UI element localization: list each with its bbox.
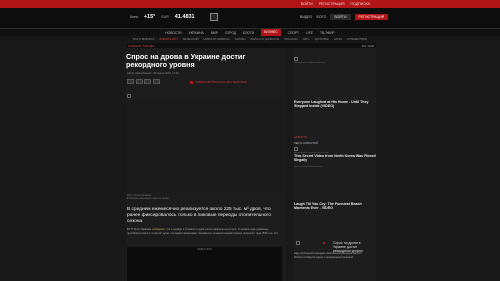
sub-nav: Всё о выборах Выборы 2019 Зеленский Ново… bbox=[0, 36, 500, 42]
sidebar-heading: Новости bbox=[294, 136, 307, 139]
top-link-subscribe[interactable]: Подписка bbox=[351, 2, 370, 6]
body-link[interactable]: сообщили bbox=[152, 228, 165, 231]
article-lead: В среднем ежемесячно реализуется около 2… bbox=[127, 207, 271, 225]
broken-image-icon bbox=[294, 57, 298, 61]
subnav-item[interactable]: Выборы 2019 bbox=[160, 38, 178, 41]
telegram-icon bbox=[190, 81, 193, 84]
video-label: Видео дня bbox=[197, 248, 212, 251]
subscribe-link[interactable]: Подписывайтесь на наш Telegram bbox=[190, 81, 247, 84]
promo-card[interactable]: Sponsored by mysteriousworld.com This Se… bbox=[294, 147, 376, 163]
article-body: В ГП Леса Украины сообщили, что в ноябре… bbox=[127, 228, 282, 235]
subnav-item[interactable]: Наука bbox=[334, 38, 342, 41]
caption-text: В Украине резко вырос спрос на дрова bbox=[127, 198, 169, 200]
subnav-item[interactable]: Тарифы bbox=[235, 38, 246, 41]
weather-value: +15° bbox=[143, 14, 156, 20]
broken-image-icon bbox=[127, 94, 131, 98]
subnav-item[interactable]: Авто bbox=[303, 38, 310, 41]
top-bar: Войти Регистрация Подписка bbox=[0, 0, 500, 8]
nav-item-ukraine[interactable]: Украина bbox=[189, 31, 204, 35]
register-button[interactable]: Регистрация bbox=[354, 14, 389, 20]
breadcrumb-path[interactable]: Главная / Бизнес bbox=[128, 44, 155, 48]
facebook-share-icon[interactable] bbox=[127, 79, 134, 84]
promo-title[interactable]: This Secret Video from North Korea Was F… bbox=[294, 154, 376, 163]
video-player[interactable]: Видео дня bbox=[127, 247, 282, 281]
promo-title[interactable]: Everyone Laughed at His Home - Until The… bbox=[294, 100, 376, 109]
subscribe-label: Подписывайтесь на наш Telegram bbox=[195, 81, 247, 84]
article-image bbox=[127, 100, 282, 192]
subnav-item[interactable]: Зеленский bbox=[183, 38, 199, 41]
promo-card[interactable]: Sponsored by videosfun.com Laugh Till Yo… bbox=[294, 166, 376, 211]
header-actions: Видео Фото Войти Регистрация bbox=[300, 14, 389, 20]
site-logo[interactable] bbox=[210, 13, 218, 21]
header-link-photo[interactable]: Фото bbox=[316, 15, 326, 19]
nav-item-tv[interactable]: ТВ-Эфир bbox=[320, 31, 335, 35]
subnav-item[interactable]: Война на Донбассе bbox=[251, 38, 280, 41]
nav-item-business[interactable]: Бизнес bbox=[261, 29, 281, 36]
subnav-item[interactable]: Здоровье bbox=[315, 38, 329, 41]
body-text-pre: В ГП Леса Украины bbox=[127, 228, 152, 231]
site-header: Киев +15° EUR 41.4831 Видео Фото Войти Р… bbox=[0, 8, 500, 28]
viber-share-icon[interactable] bbox=[152, 79, 160, 84]
promo-title[interactable]: Laugh Till You Cry: The Funniest Beach M… bbox=[294, 202, 376, 211]
nav-item-news[interactable]: Новости bbox=[165, 31, 181, 35]
article-meta: Автор: Иван Иванов · 06 марта 2019, 17:4… bbox=[127, 72, 179, 75]
broken-image-icon bbox=[296, 241, 300, 245]
article-title: Спрос на дрова в Украине достиг рекордно… bbox=[126, 52, 246, 70]
subnav-item[interactable]: Всё о выборах bbox=[133, 38, 154, 41]
sidebar-subheading: Лента новостей bbox=[294, 142, 318, 145]
subnav-item[interactable]: Новости Кабмина bbox=[203, 38, 229, 41]
weather-rates: Киев +15° EUR 41.4831 bbox=[130, 14, 195, 20]
broken-image-icon bbox=[294, 147, 298, 151]
nav-item-world[interactable]: Мир bbox=[211, 31, 218, 35]
subnav-item[interactable]: Путешествия bbox=[347, 38, 367, 41]
header-link-video[interactable]: Видео bbox=[300, 15, 312, 19]
login-button[interactable]: Войти bbox=[330, 14, 351, 20]
list-item[interactable]: Россия сообщила адрес о прекращении воен… bbox=[294, 256, 374, 260]
nav-item-blogs[interactable]: Блоги bbox=[243, 31, 254, 35]
top-link-login[interactable]: Войти bbox=[301, 2, 313, 6]
image-caption: Фото: иллюстративное В Украине резко выр… bbox=[127, 195, 169, 201]
promo-image bbox=[294, 64, 376, 100]
main-nav: Новости Украина Мир Город Блоги Бизнес С… bbox=[0, 28, 500, 36]
subnav-item[interactable]: Финансы bbox=[284, 38, 297, 41]
rate-label: EUR bbox=[161, 15, 169, 19]
top-link-register[interactable]: Регистрация bbox=[319, 2, 345, 6]
nav-item-life[interactable]: Life bbox=[306, 31, 313, 35]
twitter-share-icon[interactable] bbox=[135, 79, 143, 84]
promo-image bbox=[294, 168, 376, 202]
nav-item-city[interactable]: Город bbox=[225, 31, 236, 35]
page: Войти Регистрация Подписка Киев +15° EUR… bbox=[0, 0, 500, 281]
rate-value: 41.4831 bbox=[174, 14, 195, 20]
language-switch[interactable]: RU / UKR bbox=[362, 44, 374, 48]
promo-card[interactable]: Sponsored by dailyfunnylife.com Everyone… bbox=[294, 57, 376, 109]
telegram-share-icon[interactable] bbox=[144, 79, 151, 84]
share-buttons bbox=[127, 79, 160, 84]
weather-label: Киев bbox=[130, 15, 138, 19]
bullet-icon bbox=[323, 242, 325, 244]
nav-item-sport[interactable]: Спорт bbox=[288, 31, 299, 35]
news-list: Над срубленной рекордно увеличение расхо… bbox=[294, 252, 374, 260]
